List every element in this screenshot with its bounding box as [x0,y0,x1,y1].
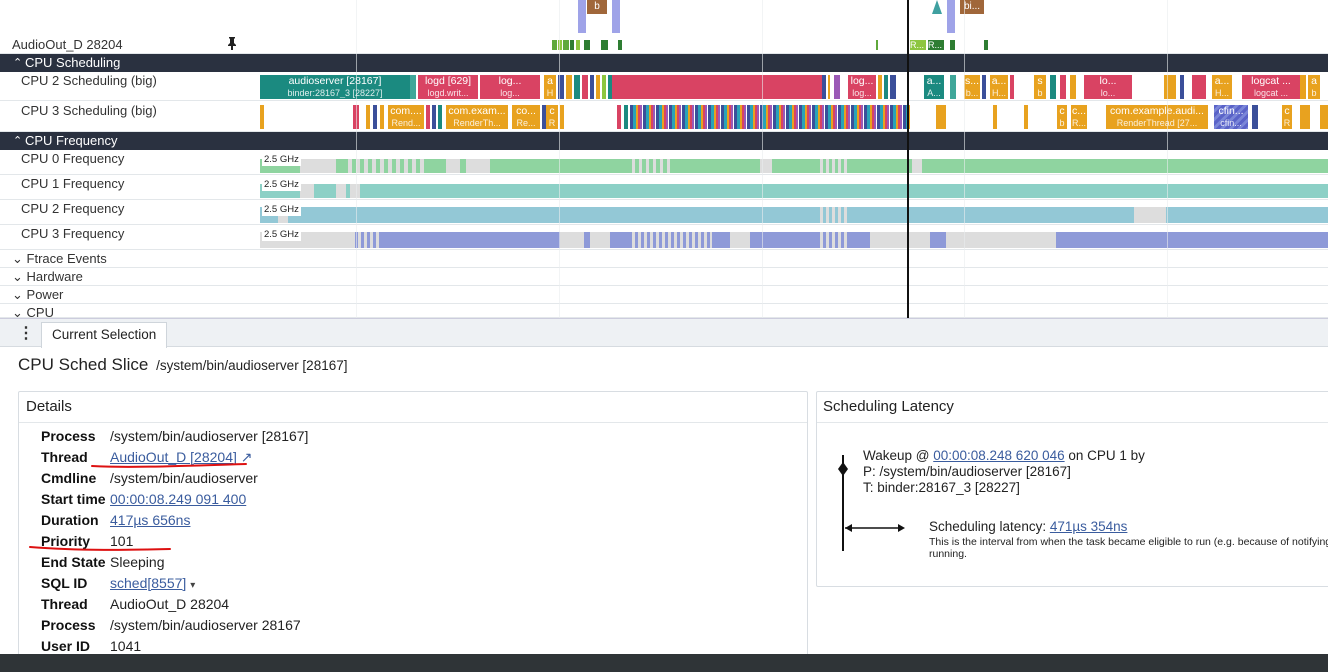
sched-slice[interactable]: audioserver [28167] binder:28167_3 [28227… [260,75,410,99]
sched-slice[interactable]: s... b... [964,75,980,99]
cpu-group[interactable]: ⌄ CPU [0,304,1328,318]
grid-line [1167,0,1168,318]
latency-heading: Scheduling Latency [823,398,954,415]
time-cursor[interactable] [907,0,909,318]
wakeup-time-link[interactable]: 00:00:08.248 620 046 [933,448,1064,463]
sched-slice[interactable]: log... log... [480,75,540,99]
marker-stem [612,0,620,33]
power-group[interactable]: ⌄ Power [0,286,1328,304]
freq-value-label: 2.5 GHz [262,154,301,166]
grid-line [964,0,965,318]
pin-icon[interactable] [226,36,238,53]
freq-value-label: 2.5 GHz [262,179,301,191]
grid-line [762,0,763,318]
annotation-underlines [29,463,247,551]
chevron-down-icon: ⌄ [12,305,23,318]
sched-slice[interactable]: logcat ... logcat ... [1242,75,1300,99]
bottom-panel: ⋮ Current Selection CPU Sched Slice /sys… [0,318,1328,661]
sched-slice[interactable]: aH [544,75,556,99]
sched-slice[interactable]: cb [1057,105,1067,129]
cpu2-sched-label[interactable]: CPU 2 Scheduling (big) [0,72,260,101]
latency-info: Scheduling latency: 471µs 354ns This is … [929,519,1328,560]
arrow-marker-icon [932,0,942,14]
latency-value-link[interactable]: 471µs 354ns [1050,519,1128,534]
cpu0-freq-label[interactable]: CPU 0 Frequency [0,150,260,175]
sched-slice[interactable]: ab [1308,75,1320,99]
sched-slice[interactable]: cR [546,105,558,129]
chevron-up-icon: ⌃ [13,135,23,147]
marker-box[interactable]: b [587,0,607,14]
freq-value-label: 2.5 GHz [262,204,301,216]
ftrace-events-group[interactable]: ⌄ Ftrace Events [0,250,1328,268]
marker-stem [578,0,586,33]
grid-line [559,0,560,318]
cpu3-sched-label[interactable]: CPU 3 Scheduling (big) [0,101,260,132]
sched-slice[interactable]: a... A... [924,75,944,99]
sched-slice[interactable]: co... Re... [512,105,540,129]
thread-track-label[interactable]: AudioOut_D 28204 [0,36,260,54]
sched-slice[interactable]: sb [1034,75,1046,99]
chevron-down-icon: ⌄ [12,287,23,302]
cpu3-freq-label[interactable]: CPU 3 Frequency [0,225,260,250]
sql-id-link[interactable]: sched[8557] [110,575,186,591]
dropdown-caret-icon[interactable]: ▾ [190,580,195,591]
sched-slice[interactable]: cfin... cfin... [1214,105,1248,129]
sched-slice[interactable]: a... H... [990,75,1008,99]
sched-slice[interactable]: c... R... [1071,105,1087,129]
scheduling-latency-card: Scheduling Latency Wakeup @ 00:00:08.248… [816,391,1328,587]
timeline-panel: b bi... AudioOut_D 28204 R... R... ⌃ CPU… [0,0,1328,318]
grid-line [356,0,357,318]
chevron-down-icon: ⌄ [12,269,23,284]
sched-slice[interactable]: log... log... [848,75,876,99]
cpu1-freq-label[interactable]: CPU 1 Frequency [0,175,260,200]
hardware-group[interactable]: ⌄ Hardware [0,268,1328,286]
cpu-scheduling-group-header[interactable]: ⌃ CPU Scheduling [0,54,1328,72]
sched-slice[interactable]: com.... Rend... [388,105,424,129]
thread-track-name: AudioOut_D 28204 [12,37,123,52]
chevron-down-icon: ⌄ [12,251,23,266]
chevron-up-icon: ⌃ [13,57,23,69]
wakeup-info: Wakeup @ 00:00:08.248 620 046 on CPU 1 b… [863,448,1145,495]
freq-value-label: 2.5 GHz [262,229,301,241]
sched-slice[interactable]: com.example.audi... RenderThread [27... [1106,105,1208,129]
bottom-bar [0,654,1328,672]
sched-slice[interactable]: cR [1282,105,1292,129]
top-track-label [0,0,260,36]
perfetto-ui: b bi... AudioOut_D 28204 R... R... ⌃ CPU… [0,0,1328,672]
sched-slice[interactable]: logd [629] logd.writ... [418,75,478,99]
sched-slice[interactable]: lo... lo... [1084,75,1132,99]
cpu-frequency-group-header[interactable]: ⌃ CPU Frequency [0,132,1328,150]
sched-slice[interactable]: com.exam... RenderTh... [446,105,508,129]
cpu2-freq-label[interactable]: CPU 2 Frequency [0,200,260,225]
marker-stem [947,0,955,33]
sched-slice[interactable]: a... H... [1212,75,1232,99]
